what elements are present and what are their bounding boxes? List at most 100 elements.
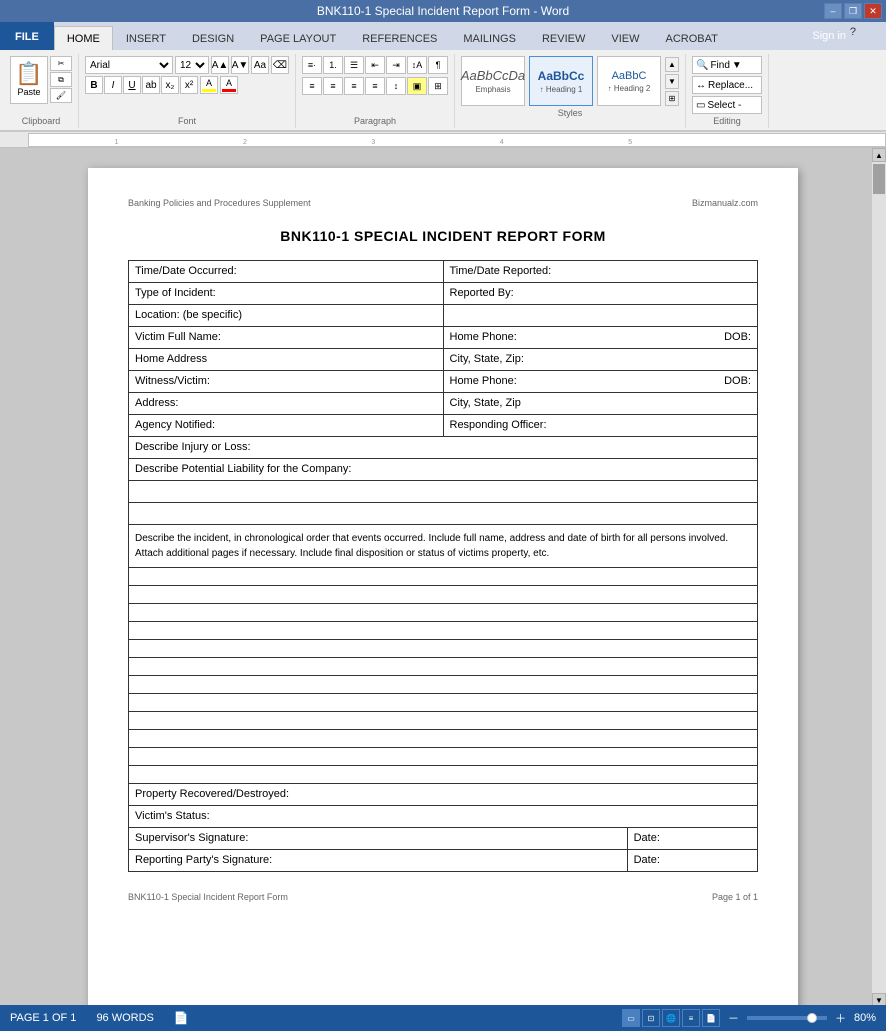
find-button[interactable]: 🔍 Find ▼ xyxy=(692,56,762,74)
strikethrough-button[interactable]: ab xyxy=(142,76,160,94)
font-row2: B I U ab x₂ x² A A xyxy=(85,76,238,94)
tab-mailings[interactable]: MAILINGS xyxy=(450,26,529,50)
injury-loss-label: Describe Injury or Loss: xyxy=(129,437,758,459)
tab-references[interactable]: REFERENCES xyxy=(349,26,450,50)
align-center-button[interactable]: ≡ xyxy=(323,77,343,95)
font-style-group: B I U ab x₂ x² xyxy=(85,76,198,94)
tab-acrobat[interactable]: ACROBAT xyxy=(652,26,730,50)
heading1-preview: AaBbCc xyxy=(538,69,585,83)
underline-button[interactable]: U xyxy=(123,76,141,94)
borders-button[interactable]: ⊞ xyxy=(428,77,448,95)
ruler-mark-3: 3 xyxy=(371,139,375,146)
tab-insert[interactable]: INSERT xyxy=(113,26,179,50)
view-mode-buttons: ▭ ⊡ 🌐 ≡ 📄 xyxy=(622,1009,720,1027)
sort-button[interactable]: ↕A xyxy=(407,56,427,74)
numbering-button[interactable]: 1. xyxy=(323,56,343,74)
window-controls: – ❒ ✕ xyxy=(824,3,882,19)
increase-indent-button[interactable]: ⇥ xyxy=(386,56,406,74)
font-size-select[interactable]: 12 xyxy=(175,56,209,74)
tab-view[interactable]: VIEW xyxy=(598,26,652,50)
styles-scroll-down[interactable]: ▼ xyxy=(665,74,679,89)
tab-design[interactable]: DESIGN xyxy=(179,26,247,50)
shrink-font-button[interactable]: A▼ xyxy=(231,56,249,74)
show-marks-button[interactable]: ¶ xyxy=(428,56,448,74)
superscript-button[interactable]: x² xyxy=(180,76,198,94)
table-row: Type of Incident: Reported By: xyxy=(129,283,758,305)
para-row2: ≡ ≡ ≡ ≡ ↕ ▣ ⊞ xyxy=(302,77,448,95)
scroll-thumb[interactable] xyxy=(873,164,885,194)
outline-button[interactable]: ≡ xyxy=(682,1009,700,1027)
scroll-up-arrow[interactable]: ▲ xyxy=(872,148,886,162)
tab-home[interactable]: HOME xyxy=(54,26,113,50)
font-family-select[interactable]: Arial xyxy=(85,56,173,74)
paste-button[interactable]: 📋 Paste xyxy=(10,56,48,104)
style-emphasis[interactable]: AaBbCcDa Emphasis xyxy=(461,56,525,106)
find-dropdown-icon: ▼ xyxy=(732,60,742,71)
table-row: Supervisor's Signature: Date: xyxy=(129,828,758,850)
font-color-button[interactable]: A xyxy=(220,76,238,94)
close-button[interactable]: ✕ xyxy=(864,3,882,19)
subscript-button[interactable]: x₂ xyxy=(161,76,179,94)
select-button[interactable]: ▭ Select - xyxy=(692,96,762,114)
copy-button[interactable]: ⧉ xyxy=(50,72,72,87)
table-row xyxy=(129,503,758,525)
table-row: Describe Injury or Loss: xyxy=(129,437,758,459)
styles-content: AaBbCcDa Emphasis AaBbCc ↑ Heading 1 AaB… xyxy=(461,56,679,106)
zoom-slider-thumb[interactable] xyxy=(807,1013,817,1023)
print-layout-button[interactable]: ▭ xyxy=(622,1009,640,1027)
word-count: 96 WORDS xyxy=(96,1012,153,1024)
align-left-button[interactable]: ≡ xyxy=(302,77,322,95)
blank-line xyxy=(129,604,758,622)
format-painter-button[interactable]: 🖌 xyxy=(50,88,72,103)
shading-button[interactable]: ▣ xyxy=(407,77,427,95)
line-spacing-button[interactable]: ↕ xyxy=(386,77,406,95)
zoom-in-icon[interactable]: ＋ xyxy=(835,1010,846,1026)
replace-button[interactable]: ↔ Replace... xyxy=(692,76,762,94)
table-row: Victim's Status: xyxy=(129,806,758,828)
tab-review[interactable]: REVIEW xyxy=(529,26,598,50)
zoom-slider[interactable] xyxy=(747,1016,827,1020)
italic-button[interactable]: I xyxy=(104,76,122,94)
bold-button[interactable]: B xyxy=(85,76,103,94)
track-changes-icon: 📄 xyxy=(174,1011,189,1025)
tab-file[interactable]: FILE xyxy=(0,22,54,50)
table-row: Witness/Victim: Home Phone: DOB: xyxy=(129,371,758,393)
reporting-sig-label: Reporting Party's Signature: xyxy=(129,850,628,872)
style-heading2[interactable]: AaBbC ↑ Heading 2 xyxy=(597,56,661,106)
clipboard-content: 📋 Paste ✂ ⧉ 🖌 xyxy=(10,56,72,114)
restore-button[interactable]: ❒ xyxy=(844,3,862,19)
bullets-button[interactable]: ≡· xyxy=(302,56,322,74)
vertical-scrollbar[interactable]: ▲ ▼ xyxy=(872,148,886,1007)
clipboard-small-btns: ✂ ⧉ 🖌 xyxy=(50,56,72,103)
styles-scroll-up[interactable]: ▲ xyxy=(665,57,679,72)
text-highlight-button[interactable]: A xyxy=(200,76,218,94)
draft-button[interactable]: 📄 xyxy=(702,1009,720,1027)
table-row: Victim Full Name: Home Phone: DOB: xyxy=(129,327,758,349)
page-header: Banking Policies and Procedures Suppleme… xyxy=(128,198,758,208)
decrease-indent-button[interactable]: ⇤ xyxy=(365,56,385,74)
blank-line xyxy=(129,676,758,694)
clear-formatting-button[interactable]: ⌫ xyxy=(271,56,289,74)
minimize-button[interactable]: – xyxy=(824,3,842,19)
styles-expand[interactable]: ⊞ xyxy=(665,91,679,106)
sign-in[interactable]: Sign in xyxy=(812,22,846,50)
header-left: Banking Policies and Procedures Suppleme… xyxy=(128,198,311,208)
full-screen-button[interactable]: ⊡ xyxy=(642,1009,660,1027)
zoom-level[interactable]: 80% xyxy=(854,1012,876,1024)
find-icon: 🔍 xyxy=(696,60,708,71)
web-layout-button[interactable]: 🌐 xyxy=(662,1009,680,1027)
zoom-slider-container xyxy=(747,1016,827,1020)
grow-font-button[interactable]: A▲ xyxy=(211,56,229,74)
style-heading1[interactable]: AaBbCc ↑ Heading 1 xyxy=(529,56,593,106)
cut-button[interactable]: ✂ xyxy=(50,56,72,71)
dob-label2: DOB: xyxy=(724,375,751,387)
align-right-button[interactable]: ≡ xyxy=(344,77,364,95)
zoom-out-icon[interactable]: － xyxy=(728,1010,739,1026)
justify-button[interactable]: ≡ xyxy=(365,77,385,95)
multilevel-button[interactable]: ☰ xyxy=(344,56,364,74)
table-row xyxy=(129,604,758,622)
help-icon[interactable]: ? xyxy=(850,26,856,38)
time-occurred-label: Time/Date Occurred: xyxy=(129,261,444,283)
change-case-button[interactable]: Aa xyxy=(251,56,269,74)
tab-page-layout[interactable]: PAGE LAYOUT xyxy=(247,26,349,50)
